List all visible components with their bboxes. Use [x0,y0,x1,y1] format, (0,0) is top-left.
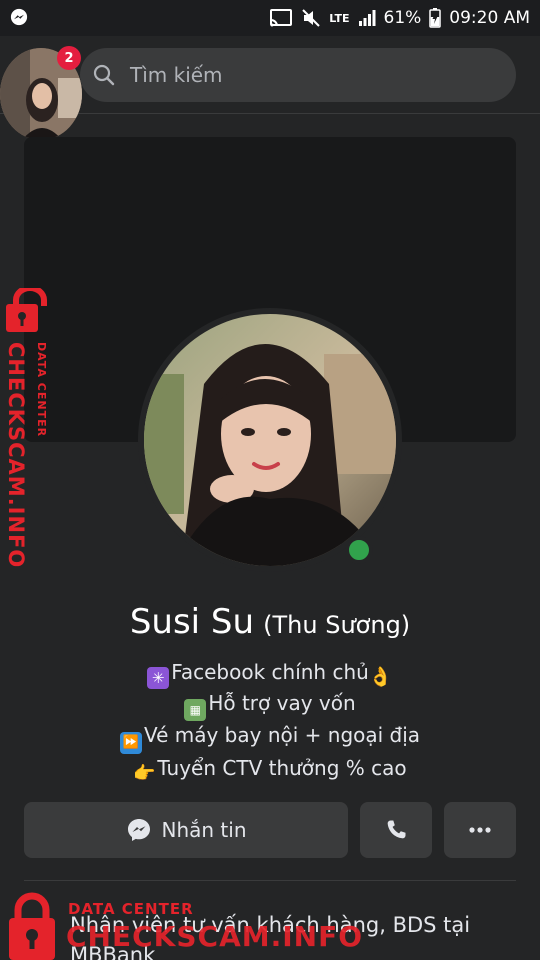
work-info: Nhân viên tư vấn khách hàng, BDS tại MBB… [70,913,471,960]
messenger-notification-icon [10,8,28,26]
search-icon [93,64,115,86]
ok-hand-emoji-icon: 👌 [368,666,393,688]
cast-icon [270,9,293,27]
section-divider [24,880,516,881]
battery-charging-icon [429,8,442,28]
bio-line: ▦ Hỗ trợ vay vốn [0,689,540,721]
mute-icon [302,9,320,27]
clock: 09:20 AM [449,8,530,28]
profile-alternate-name: (Thu Sương) [263,611,411,639]
message-button[interactable]: Nhắn tin [24,802,348,858]
signal-icon [358,10,375,26]
top-header: 2 Tìm kiếm [0,36,540,140]
lock-watermark-icon [9,892,55,960]
message-button-label: Nhắn tin [161,818,247,842]
search-placeholder: Tìm kiếm [130,63,223,87]
watermark-main-text: CHECKSCAM.INFO [4,342,28,569]
status-bar: LTE 61% 09:20 AM [0,0,540,36]
profile-actions: Nhắn tin [24,802,516,858]
pointing-hand-emoji-icon: 👉 [133,763,156,784]
profile-display-name: Susi Su [129,602,255,642]
bio-line: ✳ Facebook chính chủ👌 [0,658,540,689]
profile-picture[interactable] [144,314,396,566]
asterisk-emoji-icon: ✳ [147,667,170,689]
phone-icon [387,820,406,839]
battery-percent: 61% [383,8,422,28]
fast-forward-emoji-icon: ⏩ [119,732,142,754]
abacus-emoji-icon: ▦ [184,699,207,721]
notification-badge: 2 [57,46,81,70]
network-type: LTE [329,11,350,25]
profile-name: Susi Su (Thu Sương) [0,602,540,642]
call-button[interactable] [360,802,432,858]
search-bar[interactable]: Tìm kiếm [80,48,516,102]
more-horizontal-icon [469,827,491,833]
more-options-button[interactable] [444,802,516,858]
bio-line: 👉Tuyển CTV thưởng % cao [133,756,407,784]
lock-watermark-icon [6,288,47,332]
watermark-sub-text: DATA CENTER [35,342,48,438]
profile-bio: ✳ Facebook chính chủ👌 ▦ Hỗ trợ vay vốn ⏩ Vé… [0,658,540,785]
messenger-icon [127,819,150,841]
watermark-vertical: CHECKSCAM.INFO DATA CENTER [0,288,60,569]
bio-line: ⏩ Vé máy bay nội + ngoại địa [0,721,540,754]
online-status-dot [345,536,373,564]
status-icons: LTE 61% 09:20 AM [269,6,530,30]
profile-photo [144,314,396,566]
